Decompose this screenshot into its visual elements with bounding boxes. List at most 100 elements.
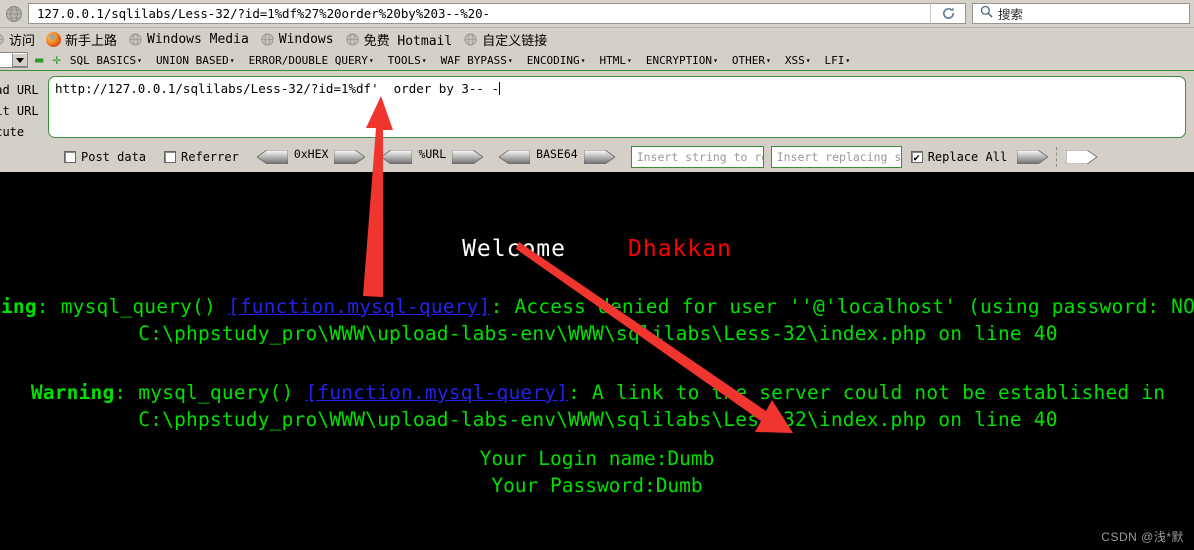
codec-label-hex: 0xHEX bbox=[293, 147, 329, 161]
search-placeholder-text: 搜索 bbox=[998, 8, 1024, 22]
replace-apply-arrow-icon[interactable] bbox=[1016, 149, 1049, 165]
globe-icon bbox=[463, 32, 478, 47]
replace-all-checkbox-group[interactable]: ✔ Replace All bbox=[910, 150, 1007, 164]
chevron-down-icon: ▾ bbox=[421, 56, 427, 65]
hackbar-preset-select[interactable] bbox=[0, 52, 28, 68]
split-url-button[interactable]: lit URL bbox=[0, 100, 38, 121]
warning-function: mysql_query() bbox=[138, 381, 294, 404]
menu-label: TOOLS bbox=[387, 53, 421, 67]
globe-icon bbox=[4, 4, 24, 24]
search-icon bbox=[980, 5, 993, 23]
encode-right-arrow-icon[interactable] bbox=[451, 149, 484, 165]
menu-other[interactable]: OTHER▾ bbox=[732, 54, 771, 67]
warning-colon: : bbox=[114, 381, 139, 404]
text-caret bbox=[499, 82, 501, 95]
bookmark-label: 免费 Hotmail bbox=[363, 33, 453, 49]
execute-button[interactable]: ecute bbox=[0, 121, 38, 142]
chevron-down-icon: ▾ bbox=[627, 56, 632, 65]
post-data-checkbox-group[interactable]: Post data bbox=[64, 150, 146, 164]
menu-html[interactable]: HTML▾ bbox=[600, 54, 632, 67]
url-bar-row: 127.0.0.1/sqlilabs/Less-32/?id=1%df%27%2… bbox=[0, 0, 1194, 28]
warning-label: Warning bbox=[30, 381, 115, 404]
bookmarks-bar: 访问 新手上路 Windows Media Windows 免费 Hotmail… bbox=[0, 28, 1194, 50]
bookmark-item-windows[interactable]: Windows bbox=[260, 32, 334, 47]
codec-base64: BASE64 bbox=[498, 147, 616, 165]
load-url-button[interactable]: oad URL bbox=[0, 79, 38, 100]
bookmark-label: 新手上路 bbox=[65, 33, 118, 49]
bookmark-item-windows-media[interactable]: Windows Media bbox=[128, 32, 249, 47]
menu-label: HTML bbox=[599, 53, 627, 67]
minus-icon[interactable]: ▬ bbox=[35, 53, 43, 67]
menu-xss[interactable]: XSS▾ bbox=[785, 54, 811, 67]
password-line: Your Password:Dumb bbox=[491, 474, 703, 497]
url-text: 127.0.0.1/sqlilabs/Less-32/?id=1%df%27%2… bbox=[37, 6, 490, 21]
bookmark-label: Windows Media bbox=[147, 31, 249, 47]
menu-label: WAF BYPASS bbox=[440, 53, 507, 67]
chevron-down-icon: ▾ bbox=[368, 56, 374, 65]
insert-replacing-input[interactable]: Insert replacing string bbox=[770, 146, 902, 168]
hackbar-url-text: http://127.0.0.1/sqlilabs/Less-32/?id=1%… bbox=[55, 81, 500, 96]
referrer-checkbox[interactable] bbox=[164, 151, 177, 163]
php-warning-2: Warning: mysql_query() [function.mysql-q… bbox=[0, 379, 1194, 433]
warning-colon: : bbox=[36, 295, 61, 318]
plus-icon[interactable]: ✛ bbox=[52, 53, 60, 67]
reload-button[interactable] bbox=[930, 3, 966, 24]
page-content: Welcome Dhakkan Warning: mysql_query() [f… bbox=[0, 182, 1194, 550]
url-input[interactable]: 127.0.0.1/sqlilabs/Less-32/?id=1%df%27%2… bbox=[28, 3, 930, 24]
decode-left-arrow-icon[interactable] bbox=[256, 149, 289, 165]
hackbar-url-textarea[interactable]: http://127.0.0.1/sqlilabs/Less-32/?id=1%… bbox=[48, 76, 1186, 138]
warning-label: Warning bbox=[0, 295, 37, 318]
post-data-label: Post data bbox=[81, 150, 147, 164]
bookmark-item-hotmail[interactable]: 免费 Hotmail bbox=[345, 30, 453, 49]
menu-sql-basics[interactable]: SQL BASICS▾ bbox=[70, 54, 142, 67]
codec-hex: 0xHEX bbox=[256, 147, 367, 165]
dhakkan-text: Dhakkan bbox=[628, 236, 732, 262]
referrer-checkbox-group[interactable]: Referrer bbox=[164, 150, 239, 164]
menu-encoding[interactable]: ENCODING▾ bbox=[527, 54, 586, 67]
search-input[interactable]: 搜索 bbox=[972, 3, 1190, 24]
menu-label: UNION BASED bbox=[155, 53, 229, 67]
globe-icon bbox=[0, 32, 5, 47]
reload-icon bbox=[942, 7, 954, 19]
post-data-checkbox[interactable] bbox=[64, 151, 76, 163]
firefox-icon bbox=[46, 31, 62, 47]
chevron-down-icon: ▾ bbox=[805, 56, 811, 65]
chevron-down-icon[interactable] bbox=[12, 53, 27, 67]
encode-right-arrow-icon[interactable] bbox=[583, 149, 616, 165]
insert-string-input[interactable]: Insert string to replace bbox=[630, 146, 764, 168]
warning-function: mysql_query() bbox=[60, 295, 216, 318]
extra-apply-arrow-icon[interactable] bbox=[1065, 149, 1098, 165]
chevron-down-icon: ▾ bbox=[580, 56, 586, 65]
hackbar-toolbar: Post data Referrer 0xHEX %URL BASE64 Ins… bbox=[0, 142, 1194, 172]
mysql-query-link[interactable]: [function.mysql-query] bbox=[228, 295, 491, 318]
menu-tools[interactable]: TOOLS▾ bbox=[388, 54, 427, 67]
menu-union-based[interactable]: UNION BASED▾ bbox=[156, 54, 235, 67]
bookmark-item[interactable]: 访问 bbox=[0, 30, 35, 49]
chevron-down-icon: ▾ bbox=[845, 56, 851, 65]
menu-label: XSS bbox=[784, 53, 805, 67]
bookmark-item-custom-links[interactable]: 自定义链接 bbox=[463, 30, 547, 49]
decode-left-arrow-icon[interactable] bbox=[498, 149, 531, 165]
toolbar-divider bbox=[1056, 147, 1058, 167]
browser-chrome: 127.0.0.1/sqlilabs/Less-32/?id=1%df%27%2… bbox=[0, 0, 1194, 172]
menu-label: LFI bbox=[824, 53, 845, 67]
replace-all-checkbox[interactable]: ✔ bbox=[910, 151, 923, 163]
decode-left-arrow-icon[interactable] bbox=[380, 149, 413, 165]
globe-icon bbox=[345, 32, 360, 47]
bookmark-item-firefox[interactable]: 新手上路 bbox=[46, 30, 117, 49]
menu-error-double-query[interactable]: ERROR/DOUBLE QUERY▾ bbox=[249, 54, 374, 67]
menu-label: ERROR/DOUBLE QUERY bbox=[248, 53, 368, 67]
insert-string-placeholder: Insert string to replace bbox=[636, 150, 763, 164]
mysql-query-link[interactable]: [function.mysql-query] bbox=[305, 381, 568, 404]
codec-label-base64: BASE64 bbox=[536, 147, 578, 161]
globe-icon bbox=[260, 32, 275, 47]
encode-right-arrow-icon[interactable] bbox=[334, 149, 367, 165]
menu-label: ENCODING bbox=[526, 53, 580, 67]
referrer-label: Referrer bbox=[181, 150, 239, 164]
menu-encryption[interactable]: ENCRYPTION▾ bbox=[646, 54, 718, 67]
login-name-line: Your Login name:Dumb bbox=[479, 447, 715, 470]
menu-lfi[interactable]: LFI▾ bbox=[825, 54, 851, 67]
menu-waf-bypass[interactable]: WAF BYPASS▾ bbox=[441, 54, 513, 67]
hackbar-menu-bar: ▬ ✛ SQL BASICS▾ UNION BASED▾ ERROR/DOUBL… bbox=[0, 50, 1194, 70]
bookmark-label: 访问 bbox=[9, 33, 36, 49]
